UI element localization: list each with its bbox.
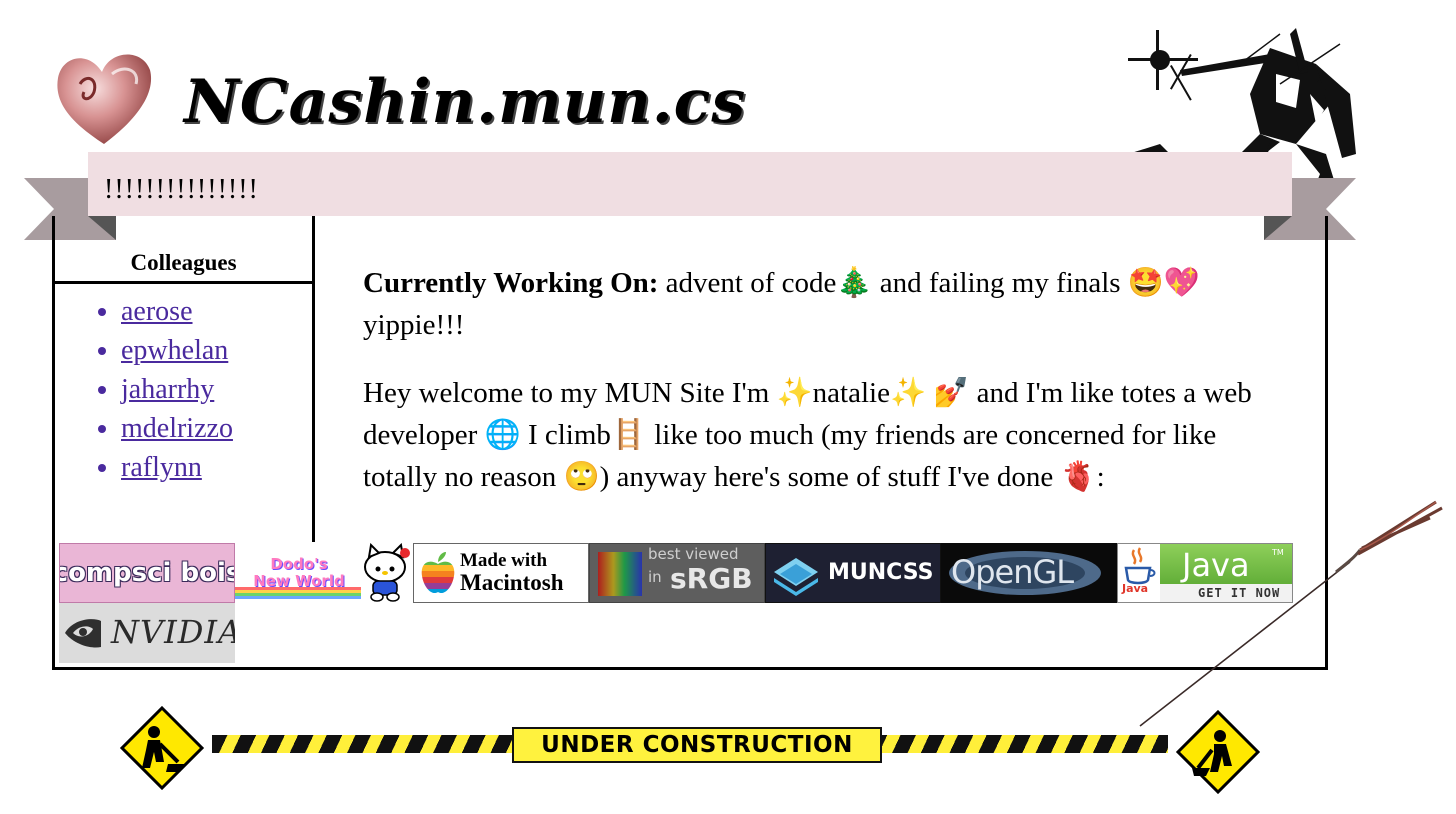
dodos-new-world-badge[interactable]: Dodo's New World (235, 543, 363, 603)
working-on-label: Currently Working On: (363, 267, 659, 299)
muncss-label: MUNCSS (828, 560, 934, 585)
list-item: mdelrizzo (121, 409, 312, 448)
working-on-paragraph: Currently Working On: advent of code🎄 an… (363, 262, 1283, 346)
construction-worker-sign-icon (120, 706, 204, 790)
colleagues-sidebar: Colleagues aerose epwhelan jaharrhy mdel… (55, 216, 315, 542)
made-with-macintosh-badge[interactable]: Made with Macintosh (413, 543, 589, 603)
opengl-badge[interactable]: OpenGL (941, 543, 1117, 603)
color-gamut-icon (598, 552, 642, 596)
under-construction-label: UNDER CONSTRUCTION (512, 727, 882, 763)
list-item: aerose (121, 292, 312, 331)
list-item: raflynn (121, 448, 312, 487)
opengl-label: OpenGL (951, 553, 1074, 591)
mac-line2: Macintosh (460, 570, 564, 595)
colleagues-heading: Colleagues (55, 216, 312, 284)
dodo-line2: New World (253, 572, 345, 590)
colleague-link-epwhelan[interactable]: epwhelan (121, 335, 228, 366)
srgb-line3: sRGB (670, 562, 753, 595)
site-title: NCashin.mun.cs (184, 67, 747, 137)
intro-paragraph: Hey welcome to my MUN Site I'm ✨natalie✨… (363, 377, 1252, 493)
compsci-bois-badge[interactable]: compsci bois (59, 543, 235, 603)
compsci-bois-label: compsci bois (59, 558, 235, 588)
trident-artwork-image (1139, 500, 1443, 727)
banner-text: !!!!!!!!!!!!!!! (104, 174, 259, 205)
srgb-line2: in (648, 568, 662, 586)
dodo-line1: Dodo's (270, 555, 328, 573)
colleague-list: aerose epwhelan jaharrhy mdelrizzo rafly… (55, 292, 312, 487)
layers-logo-icon (774, 558, 818, 596)
colleague-link-raflynn[interactable]: raflynn (121, 452, 202, 483)
mac-line1: Made with (460, 550, 548, 571)
best-viewed-srgb-badge[interactable]: best viewed in sRGB (589, 543, 765, 603)
main-content: Currently Working On: advent of code🎄 an… (363, 262, 1283, 524)
banner-ribbon: !!!!!!!!!!!!!!! (88, 152, 1292, 216)
apple-logo-icon (421, 552, 455, 594)
nvidia-eye-icon (65, 619, 101, 648)
nvidia-label: NVIDIA. (111, 613, 235, 651)
list-item: jaharrhy (121, 370, 312, 409)
colleague-link-aerose[interactable]: aerose (121, 296, 193, 327)
muncss-badge[interactable]: MUNCSS (765, 543, 941, 603)
pixel-heart-image (57, 54, 152, 144)
colleague-link-mdelrizzo[interactable]: mdelrizzo (121, 413, 233, 444)
list-item: epwhelan (121, 331, 312, 370)
hello-kitty-image (361, 543, 413, 603)
nvidia-badge[interactable]: NVIDIA. (59, 603, 235, 663)
srgb-line1: best viewed (648, 545, 739, 563)
colleague-link-jaharrhy[interactable]: jaharrhy (121, 374, 214, 405)
construction-worker-sign-icon (1176, 710, 1260, 794)
